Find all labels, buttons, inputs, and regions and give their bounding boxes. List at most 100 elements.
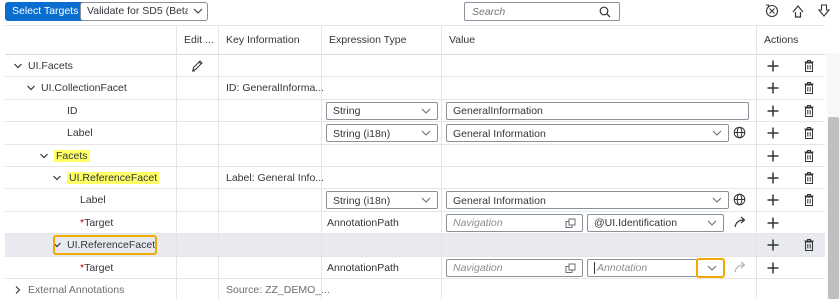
delete-icon[interactable]: [802, 193, 816, 207]
header-edit[interactable]: Edit ...: [177, 26, 219, 55]
navigate-arrow-icon[interactable]: [733, 216, 747, 228]
node-label: *Target: [80, 217, 113, 229]
table-row[interactable]: UI.Facets: [5, 55, 825, 78]
expression-type-text: AnnotationPath: [327, 261, 399, 274]
globe-icon[interactable]: [733, 126, 746, 139]
value-help-icon[interactable]: [565, 263, 576, 274]
clear-filter-icon[interactable]: [764, 3, 780, 19]
annotation-select[interactable]: @UI.Identification: [587, 213, 724, 232]
cell-expr: [322, 55, 442, 77]
search-input[interactable]: Search: [464, 2, 620, 21]
table-row[interactable]: UI.ReferenceFacet Label: General Info...: [5, 167, 825, 190]
validate-menu-button[interactable]: [188, 2, 208, 21]
chevron-down-icon[interactable]: [421, 196, 431, 204]
expression-type-select[interactable]: String (i18n): [326, 191, 438, 210]
delete-icon[interactable]: [802, 59, 816, 73]
delete-icon[interactable]: [802, 149, 816, 163]
delete-icon[interactable]: [802, 171, 816, 185]
chevron-down-icon[interactable]: [712, 129, 722, 137]
chevron-right-icon[interactable]: [13, 285, 23, 295]
validate-button[interactable]: Validate for SD5 (Beta): [80, 2, 202, 21]
globe-icon[interactable]: [733, 193, 746, 206]
annotation-placeholder: Annotation: [594, 262, 647, 275]
navigation-placeholder: Navigation: [453, 217, 503, 230]
navigation-placeholder: Navigation: [453, 262, 503, 275]
node-label: External Annotations: [28, 284, 124, 296]
cell-edit: [177, 189, 219, 212]
cell-edit: [177, 144, 219, 167]
cell-val: [442, 55, 757, 77]
table-row[interactable]: External Annotations Source: ZZ_DEMO_...: [5, 279, 825, 299]
value-help-icon[interactable]: [565, 218, 576, 229]
edit-icon[interactable]: [191, 59, 204, 72]
value-select[interactable]: General Information: [446, 191, 729, 210]
node-label-text: ID: [67, 104, 78, 117]
expression-type-text: AnnotationPath: [327, 216, 399, 229]
delete-icon[interactable]: [802, 126, 816, 140]
table-row[interactable]: UI.CollectionFacet ID: GeneralInforma...: [5, 77, 825, 100]
navigation-input[interactable]: Navigation: [446, 213, 583, 232]
node-label-text: Label: [67, 127, 93, 140]
chevron-down-icon[interactable]: [707, 219, 717, 227]
highlight-box-reference-facet: [53, 235, 157, 256]
add-icon[interactable]: [766, 216, 780, 230]
add-icon[interactable]: [766, 104, 780, 118]
add-icon[interactable]: [766, 81, 780, 95]
cell-val: [442, 234, 757, 257]
cell-edit: [177, 211, 219, 234]
chevron-down-icon[interactable]: [26, 83, 36, 93]
chevron-down-icon[interactable]: [13, 61, 23, 71]
navigation-input[interactable]: Navigation: [446, 258, 583, 277]
navigate-arrow-icon[interactable]: [733, 261, 747, 273]
add-icon[interactable]: [766, 193, 780, 207]
add-icon[interactable]: [766, 238, 780, 252]
value-select[interactable]: General Information: [446, 124, 729, 143]
cell-key: [219, 144, 322, 167]
chevron-down-icon[interactable]: [39, 151, 49, 161]
search-icon: [599, 6, 611, 18]
cell-edit: [177, 167, 219, 189]
delete-icon[interactable]: [802, 81, 816, 95]
cell-key: [219, 122, 322, 145]
expression-type-select[interactable]: String: [326, 101, 438, 120]
node-label: UI.CollectionFacet: [41, 82, 127, 94]
node-label-text: UI.CollectionFacet: [41, 82, 127, 95]
node-label-text: Label: [80, 194, 106, 207]
chevron-down-icon[interactable]: [421, 129, 431, 137]
expand-all-icon[interactable]: [816, 3, 832, 19]
node-label-text: UI.ReferenceFacet: [67, 172, 160, 184]
add-icon[interactable]: [766, 126, 780, 140]
expression-type-select[interactable]: String (i18n): [326, 124, 438, 143]
delete-icon[interactable]: [802, 104, 816, 118]
search-placeholder: Search: [472, 6, 506, 18]
delete-icon[interactable]: [802, 238, 816, 252]
header-actions[interactable]: Actions: [757, 26, 825, 55]
chevron-down-icon[interactable]: [712, 196, 722, 204]
cell-edit: [177, 99, 219, 122]
add-icon[interactable]: [766, 59, 780, 73]
add-icon[interactable]: [766, 149, 780, 163]
table-row[interactable]: Label String (i18n) General Information: [5, 122, 825, 145]
scrollbar-thumb[interactable]: [828, 117, 839, 299]
cell-expr: [322, 279, 442, 299]
select-targets-button[interactable]: Select Targets: [5, 2, 86, 21]
table-row[interactable]: ID String GeneralInformation: [5, 99, 825, 123]
highlight-box-annotation-dropdown: [696, 257, 725, 278]
table-row[interactable]: Facets: [5, 144, 825, 167]
add-icon[interactable]: [766, 261, 780, 275]
expression-type-value: String: [333, 105, 361, 118]
chevron-down-icon[interactable]: [52, 173, 62, 183]
key-information: Label: General Info...: [226, 172, 325, 184]
cell-key: [219, 234, 322, 257]
header-expression-type[interactable]: Expression Type: [322, 26, 442, 55]
value-input[interactable]: GeneralInformation: [446, 101, 749, 120]
table-row[interactable]: *Target AnnotationPath Navigation @UI.Ident…: [5, 211, 825, 235]
table-row[interactable]: Label String (i18n) General Information: [5, 189, 825, 212]
collapse-all-icon[interactable]: [790, 3, 806, 19]
chevron-down-icon[interactable]: [421, 107, 431, 115]
header-key-information[interactable]: Key Information: [219, 26, 322, 55]
header-value[interactable]: Value: [442, 26, 757, 55]
node-label-text: UI.Facets: [28, 60, 73, 72]
cell-val: [442, 279, 757, 299]
add-icon[interactable]: [766, 171, 780, 185]
